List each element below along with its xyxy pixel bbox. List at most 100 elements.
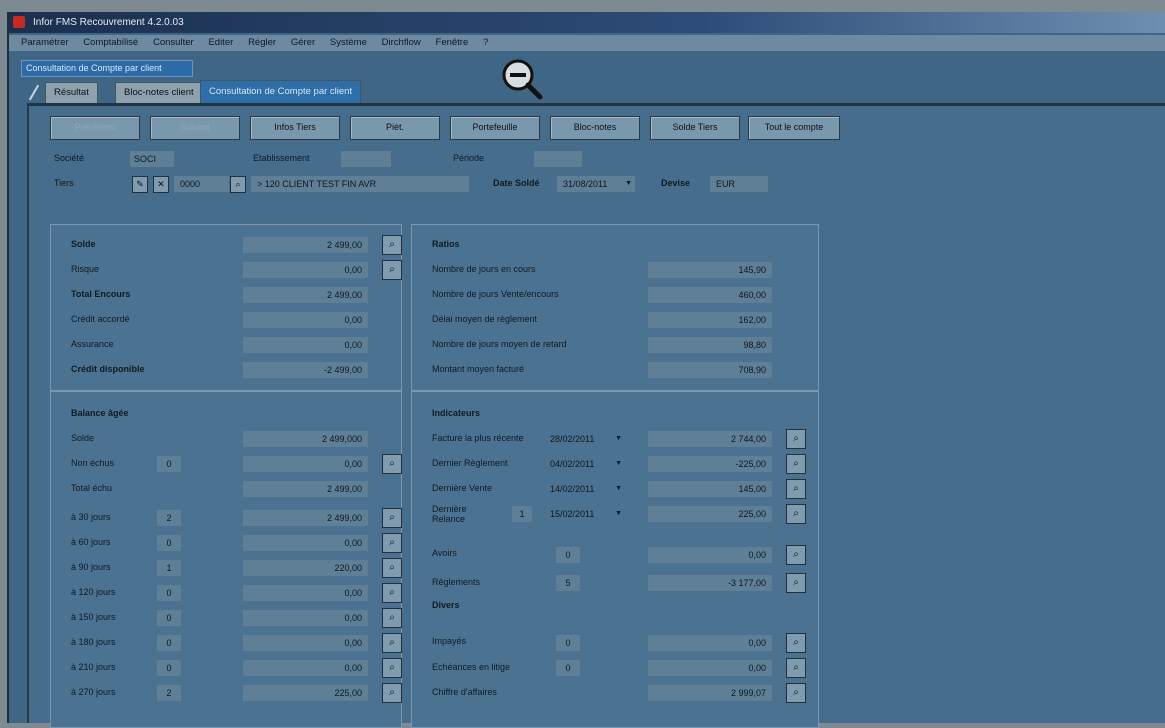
- chevron-down-icon[interactable]: ▼: [615, 431, 622, 447]
- ratio-value: 162,00: [648, 312, 772, 328]
- menu-item-systeme[interactable]: Système: [330, 35, 367, 51]
- next-button[interactable]: Suivant: [150, 116, 240, 140]
- non-echus-search-icon[interactable]: ⌕: [382, 454, 402, 474]
- indicateurs-panel: Indicateurs Facture la plus récente 28/0…: [411, 391, 819, 728]
- aging-value: 0,00: [243, 635, 368, 651]
- indicator-search-icon[interactable]: ⌕: [786, 454, 806, 474]
- date-solde-value: 31/08/2011: [563, 179, 608, 189]
- indicateurs-title: Indicateurs: [432, 408, 481, 418]
- aging-label-150: à 150 jours: [71, 612, 116, 622]
- indicator-search-icon[interactable]: ⌕: [786, 504, 806, 524]
- aging-count: 0: [157, 535, 181, 551]
- devise-label: Devise: [661, 178, 691, 188]
- date-solde-field[interactable]: 31/08/2011 ▼: [557, 176, 635, 192]
- tab-divider: [28, 84, 40, 101]
- menu-item-comptabilise[interactable]: Comptabilisé: [83, 35, 138, 51]
- clear-icon[interactable]: ✕: [153, 176, 169, 193]
- assurance-value: 0,00: [243, 337, 368, 353]
- aging-value: 0,00: [243, 610, 368, 626]
- periode-field[interactable]: [534, 151, 582, 167]
- aging-count: 0: [157, 660, 181, 676]
- reglements-count: 5: [556, 575, 580, 591]
- tab-consultation-compte[interactable]: Consultation de Compte par client: [200, 80, 362, 104]
- menu-item-regler[interactable]: Régler: [248, 35, 276, 51]
- tiers-search-icon[interactable]: ⌕: [230, 176, 246, 193]
- ratio-value: 460,00: [648, 287, 772, 303]
- impayes-value: 0,00: [648, 635, 772, 651]
- aging-search-icon[interactable]: ⌕: [382, 633, 402, 653]
- indicator-label: Dernière Relance: [432, 504, 467, 524]
- tout-le-compte-button[interactable]: Tout le compte: [748, 116, 840, 140]
- chevron-down-icon[interactable]: ▼: [615, 456, 622, 472]
- indicator-search-icon[interactable]: ⌕: [786, 479, 806, 499]
- aging-search-icon[interactable]: ⌕: [382, 508, 402, 528]
- chevron-down-icon[interactable]: ▼: [615, 506, 622, 522]
- balance-solde-value: 2 499,000: [243, 431, 368, 447]
- indicator-search-icon[interactable]: ⌕: [786, 429, 806, 449]
- menu-item-editer[interactable]: Editer: [208, 35, 233, 51]
- chiffre-affaires-search-icon[interactable]: ⌕: [786, 683, 806, 703]
- impayes-label: Impayés: [432, 636, 467, 646]
- litige-count: 0: [556, 660, 580, 676]
- previous-button[interactable]: Précédent: [50, 116, 140, 140]
- litige-search-icon[interactable]: ⌕: [786, 658, 806, 678]
- etablissement-field[interactable]: [341, 151, 391, 167]
- chevron-down-icon[interactable]: ▼: [615, 481, 622, 497]
- edit-icon[interactable]: ✎: [132, 176, 148, 193]
- zoom-out-icon[interactable]: [499, 56, 543, 100]
- indicator-value: 225,00: [648, 506, 772, 522]
- ratios-panel: Ratios Nombre de jours en cours 145,90 N…: [411, 224, 819, 391]
- solde-search-icon[interactable]: ⌕: [382, 235, 402, 255]
- ratio-label: Nombre de jours Vente/encours: [432, 289, 559, 299]
- menu-item-parametrer[interactable]: Paramétrer: [21, 35, 69, 51]
- indicator-date-value: 28/02/2011: [550, 434, 595, 444]
- aging-search-icon[interactable]: ⌕: [382, 658, 402, 678]
- indicator-date[interactable]: 28/02/2011 ▼: [546, 431, 624, 447]
- aging-search-icon[interactable]: ⌕: [382, 558, 402, 578]
- reglements-search-icon[interactable]: ⌕: [786, 573, 806, 593]
- societe-field[interactable]: SOCI: [130, 151, 174, 167]
- ratios-title: Ratios: [432, 239, 460, 249]
- indicator-date[interactable]: 15/02/2011 ▼: [546, 506, 624, 522]
- app-icon: [13, 16, 25, 28]
- aging-search-icon[interactable]: ⌕: [382, 608, 402, 628]
- tiers-code-field[interactable]: 0000: [174, 176, 229, 192]
- indicator-date[interactable]: 14/02/2011 ▼: [546, 481, 624, 497]
- litige-label: Echéances en litige: [432, 662, 511, 672]
- menu-item-consulter[interactable]: Consulter: [153, 35, 194, 51]
- aging-value: 2 499,00: [243, 510, 368, 526]
- document-strip[interactable]: Consultation de Compte par client: [21, 60, 193, 77]
- ratio-label: Montant moyen facturé: [432, 364, 525, 374]
- aging-search-icon[interactable]: ⌕: [382, 583, 402, 603]
- aging-search-icon[interactable]: ⌕: [382, 533, 402, 553]
- non-echus-value: 0,00: [243, 456, 368, 472]
- menu-item-help[interactable]: ?: [483, 35, 488, 51]
- aging-label-210: à 210 jours: [71, 662, 116, 672]
- indicator-value: -225,00: [648, 456, 772, 472]
- aging-search-icon[interactable]: ⌕: [382, 683, 402, 703]
- bloc-notes-button[interactable]: Bloc-notes: [550, 116, 640, 140]
- menu-item-gerer[interactable]: Gérer: [291, 35, 315, 51]
- tiers-name-field[interactable]: > 120 CLIENT TEST FIN AVR: [251, 176, 469, 192]
- avoirs-search-icon[interactable]: ⌕: [786, 545, 806, 565]
- indicator-label: Dernier Règlement: [432, 458, 508, 468]
- indicator-value: 2 744,00: [648, 431, 772, 447]
- portefeuille-button[interactable]: Portefeuille: [450, 116, 540, 140]
- tab-bloc-notes-client[interactable]: Bloc-notes client: [115, 82, 203, 104]
- devise-field[interactable]: EUR: [710, 176, 768, 192]
- impayes-search-icon[interactable]: ⌕: [786, 633, 806, 653]
- infos-tiers-button[interactable]: Infos Tiers: [250, 116, 340, 140]
- menu-item-fenetre[interactable]: Fenêtre: [436, 35, 469, 51]
- indicator-date-value: 15/02/2011: [550, 509, 595, 519]
- ratio-label: Délai moyen de règlement: [432, 314, 538, 324]
- chevron-down-icon[interactable]: ▼: [625, 176, 632, 192]
- indicator-date[interactable]: 04/02/2011 ▼: [546, 456, 624, 472]
- aging-count: 0: [157, 610, 181, 626]
- balance-solde-label: Solde: [71, 433, 95, 443]
- consultation-form: Précédent Suivant Infos Tiers Pièt. Port…: [27, 106, 1165, 728]
- risque-search-icon[interactable]: ⌕: [382, 260, 402, 280]
- piece-button[interactable]: Pièt.: [350, 116, 440, 140]
- menu-item-dirchflow[interactable]: Dirchflow: [382, 35, 421, 51]
- solde-tiers-button[interactable]: Solde Tiers: [650, 116, 740, 140]
- tab-resultat[interactable]: Résultat: [45, 82, 98, 104]
